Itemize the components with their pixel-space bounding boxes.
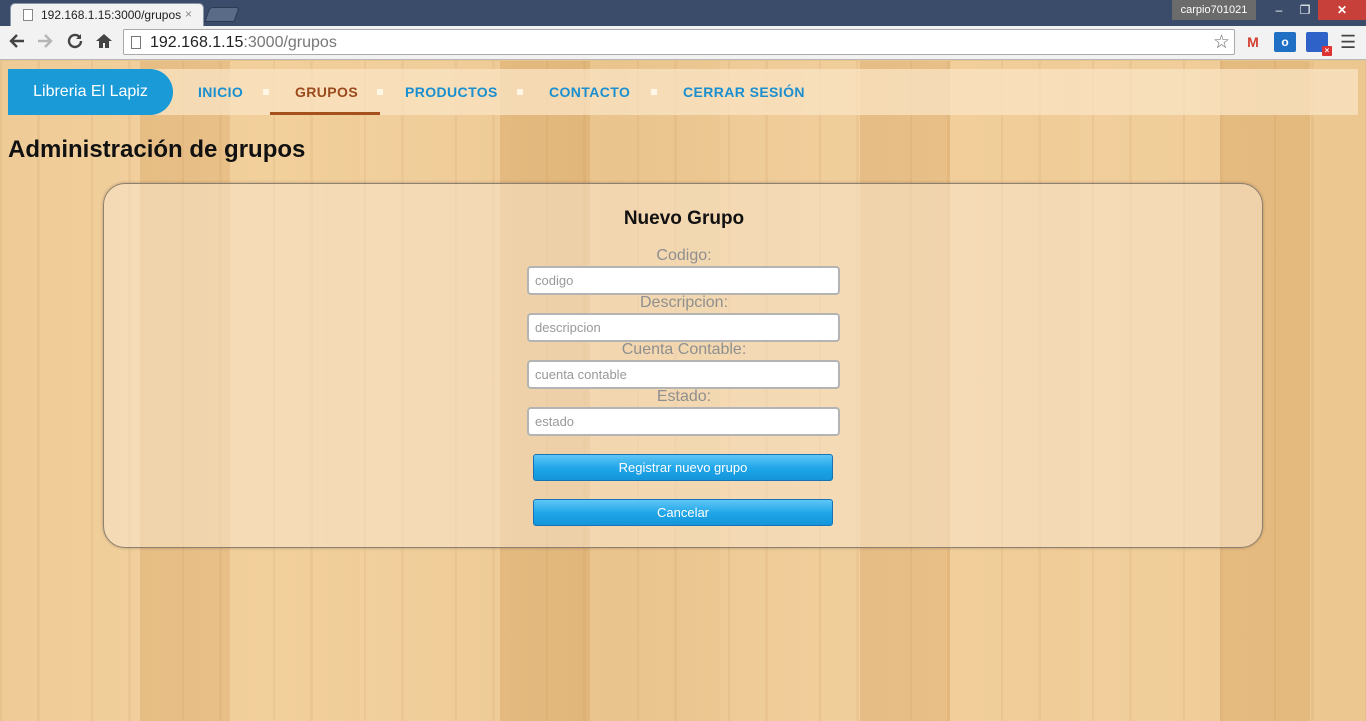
- cuenta-contable-input[interactable]: [527, 360, 840, 389]
- error-badge-icon: ×: [1322, 46, 1332, 56]
- minimize-icon[interactable]: –: [1266, 0, 1292, 20]
- descripcion-input[interactable]: [527, 313, 840, 342]
- tab-title: 192.168.1.15:3000/grupos: [41, 8, 182, 22]
- new-tab-button[interactable]: [204, 7, 240, 22]
- address-bar[interactable]: 192.168.1.15:3000/grupos ☆: [123, 29, 1235, 55]
- nav-link-inicio[interactable]: INICIO: [198, 69, 243, 115]
- codigo-input[interactable]: [527, 266, 840, 295]
- brand-logo[interactable]: Libreria El Lapiz: [8, 69, 173, 115]
- site-navbar: Libreria El Lapiz INICIO GRUPOS PRODUCTO…: [8, 69, 1358, 115]
- home-icon[interactable]: [93, 32, 115, 54]
- browser-toolbar: 192.168.1.15:3000/grupos ☆ M o × ☰: [0, 26, 1366, 60]
- nav-link-cerrar-sesion[interactable]: CERRAR SESIÓN: [683, 69, 805, 115]
- page-icon: [23, 9, 33, 21]
- page-title: Administración de grupos: [8, 136, 306, 163]
- bookmark-star-icon[interactable]: ☆: [1213, 31, 1230, 54]
- page-viewport: Libreria El Lapiz INICIO GRUPOS PRODUCTO…: [0, 61, 1366, 721]
- form-title: Nuevo Grupo: [623, 208, 745, 229]
- nav-link-grupos[interactable]: GRUPOS: [295, 69, 358, 115]
- back-arrow-icon[interactable]: [6, 32, 28, 54]
- nav-link-contacto[interactable]: CONTACTO: [549, 69, 630, 115]
- cancel-button[interactable]: Cancelar: [533, 499, 833, 526]
- close-window-icon[interactable]: ✕: [1318, 0, 1366, 20]
- estado-label: Estado:: [656, 388, 712, 405]
- active-nav-indicator: [270, 112, 380, 115]
- reload-icon[interactable]: [64, 32, 86, 54]
- gmail-extension-icon[interactable]: M: [1242, 32, 1264, 52]
- maximize-icon[interactable]: ❐: [1292, 0, 1318, 20]
- descripcion-label: Descripcion:: [639, 294, 729, 311]
- close-tab-icon[interactable]: ×: [185, 7, 192, 21]
- nav-separator: [517, 89, 523, 95]
- register-group-button[interactable]: Registrar nuevo grupo: [533, 454, 833, 481]
- screen-extension-icon[interactable]: ×: [1306, 32, 1332, 56]
- nav-separator: [263, 89, 269, 95]
- browser-titlebar: 192.168.1.15:3000/grupos × carpio701021 …: [0, 0, 1366, 26]
- profile-badge[interactable]: carpio701021: [1172, 0, 1256, 20]
- nav-separator: [651, 89, 657, 95]
- codigo-label: Codigo:: [656, 247, 712, 264]
- nav-separator: [377, 89, 383, 95]
- forward-arrow-icon[interactable]: [34, 32, 56, 54]
- browser-tab[interactable]: 192.168.1.15:3000/grupos ×: [10, 3, 204, 26]
- menu-icon[interactable]: ☰: [1340, 32, 1356, 53]
- new-group-form-panel: Nuevo Grupo Codigo: Descripcion: Cuenta …: [103, 183, 1263, 548]
- page-icon: [131, 36, 141, 49]
- address-url: 192.168.1.15:3000/grupos: [150, 34, 337, 51]
- estado-input[interactable]: [527, 407, 840, 436]
- nav-link-productos[interactable]: PRODUCTOS: [405, 69, 498, 115]
- cuenta-contable-label: Cuenta Contable:: [621, 341, 747, 358]
- outlook-extension-icon[interactable]: o: [1274, 32, 1296, 52]
